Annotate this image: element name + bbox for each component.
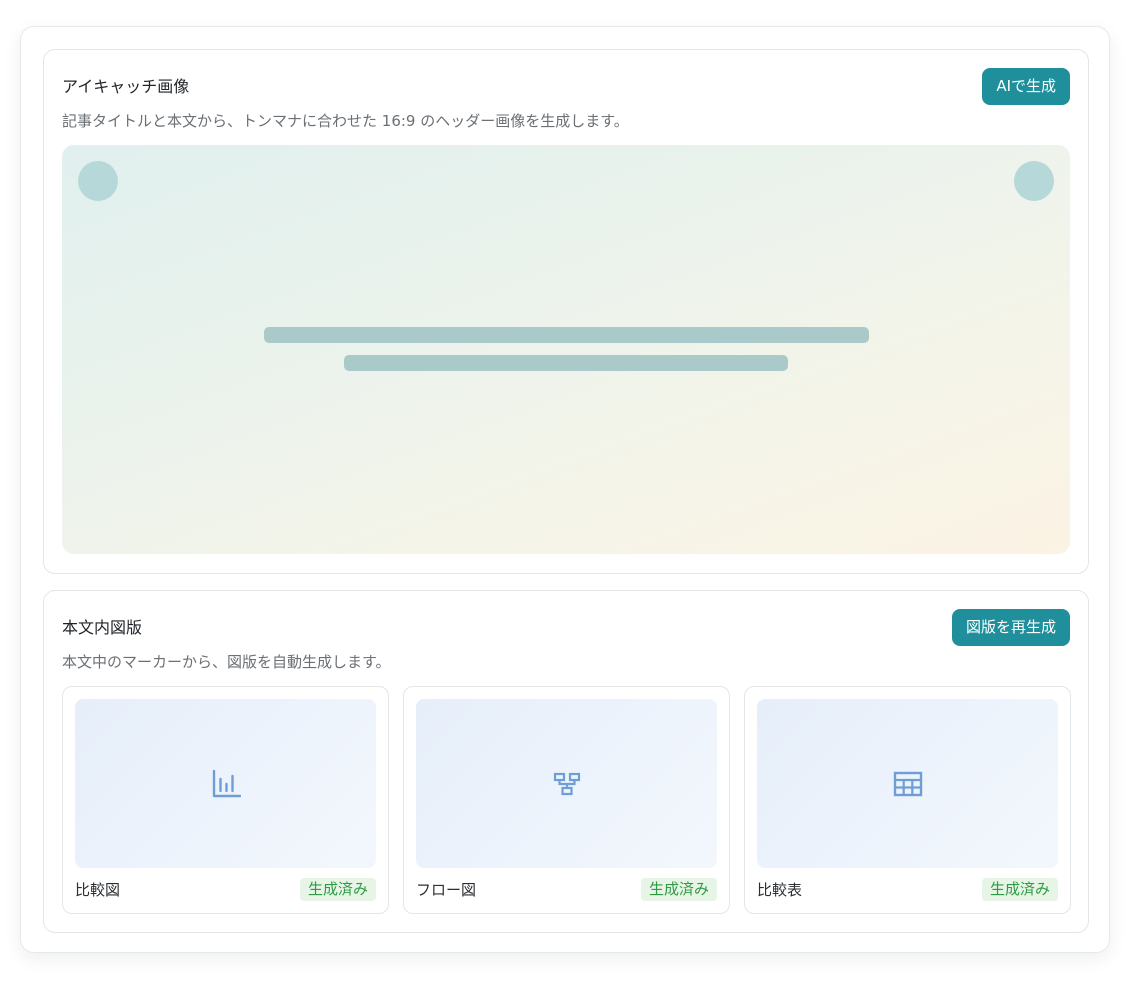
preview-corner-dot [1014,161,1054,201]
figure-name: 比較表 [757,881,803,899]
preview-corner-dot [78,161,118,201]
figure-thumbnail [757,699,1058,868]
image-settings-panel: アイキャッチ画像 記事タイトルと本文から、トンマナに合わせた 16:9 のヘッダ… [20,26,1110,953]
status-badge: 生成済み [981,878,1058,901]
eyecatch-title: アイキャッチ画像 [62,77,190,96]
figure-name: フロー図 [416,881,477,899]
table-icon [893,771,923,797]
figures-section: 本文内図版 本文中のマーカーから、図版を自動生成します。 図版を再生成 比較図 … [43,590,1089,933]
regenerate-figures-button[interactable]: 図版を再生成 [951,609,1070,646]
preview-subtitle-placeholder [344,355,788,371]
figure-card[interactable]: フロー図 生成済み [403,686,730,914]
figure-card[interactable]: 比較表 生成済み [744,686,1071,914]
figures-title: 本文内図版 [62,618,143,637]
status-badge: 生成済み [640,878,717,901]
figure-thumbnail [75,699,376,868]
eyecatch-section: アイキャッチ画像 記事タイトルと本文から、トンマナに合わせた 16:9 のヘッダ… [43,49,1089,574]
figure-name: 比較図 [75,881,121,899]
status-badge: 生成済み [299,878,376,901]
preview-title-placeholder [264,327,869,343]
ai-generate-button[interactable]: AIで生成 [982,68,1070,105]
figure-thumbnail [416,699,717,868]
figures-description: 本文中のマーカーから、図版を自動生成します。 [62,653,391,671]
flowchart-icon [553,772,581,796]
figure-card[interactable]: 比較図 生成済み [62,686,389,914]
bar-chart-icon [211,769,241,799]
eyecatch-preview [62,145,1070,554]
eyecatch-description: 記事タイトルと本文から、トンマナに合わせた 16:9 のヘッダー画像を生成します… [62,112,629,130]
